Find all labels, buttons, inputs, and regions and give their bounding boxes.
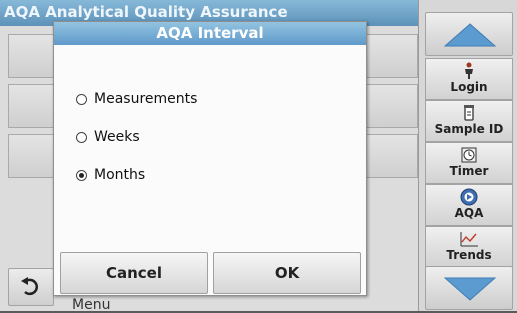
background-header-title: AQA Analytical Quality Assurance bbox=[4, 3, 288, 21]
sidebar-item-timer[interactable]: Timer bbox=[425, 142, 513, 184]
sidebar-item-sample-id[interactable]: Sample ID bbox=[425, 100, 513, 142]
scroll-down-button[interactable] bbox=[425, 266, 513, 310]
triangle-down-icon bbox=[444, 277, 496, 301]
person-icon bbox=[426, 62, 512, 80]
sidebar-item-login[interactable]: Login bbox=[425, 58, 513, 100]
sidebar-item-label: Timer bbox=[449, 164, 489, 178]
aqa-icon bbox=[426, 188, 512, 206]
radio-weeks[interactable]: Weeks bbox=[76, 126, 140, 148]
sidebar-item-aqa[interactable]: AQA bbox=[425, 184, 513, 226]
undo-arrow-icon bbox=[21, 277, 39, 296]
sidebar-item-label: Login bbox=[450, 80, 488, 94]
sidebar-item-trends[interactable]: Trends bbox=[425, 226, 513, 268]
back-button[interactable] bbox=[8, 268, 54, 306]
radio-button[interactable] bbox=[76, 169, 87, 181]
sidebar-item-label: Sample ID bbox=[434, 122, 504, 136]
aqa-interval-dialog: AQA Interval Measurements Weeks Months C… bbox=[53, 21, 367, 296]
radio-months[interactable]: Months bbox=[76, 164, 145, 186]
radio-label: Weeks bbox=[94, 129, 140, 145]
scroll-up-button[interactable] bbox=[425, 12, 513, 56]
timer-icon bbox=[426, 146, 512, 164]
trends-icon bbox=[426, 230, 512, 248]
radio-button[interactable] bbox=[76, 131, 87, 143]
sidebar-item-label: Trends bbox=[446, 248, 492, 262]
radio-button[interactable] bbox=[76, 93, 87, 105]
ok-button[interactable]: OK bbox=[213, 252, 361, 294]
radio-label: Months bbox=[94, 167, 146, 183]
radio-label: Measurements bbox=[94, 91, 198, 107]
vial-icon bbox=[426, 104, 512, 122]
sidebar-item-label: AQA bbox=[454, 206, 484, 220]
sidebar: Login Sample ID Timer AQA Trends bbox=[418, 0, 517, 311]
cancel-button[interactable]: Cancel bbox=[60, 252, 208, 294]
triangle-up-icon bbox=[444, 23, 496, 47]
radio-measurements[interactable]: Measurements bbox=[76, 88, 197, 110]
dialog-title: AQA Interval bbox=[54, 22, 366, 45]
